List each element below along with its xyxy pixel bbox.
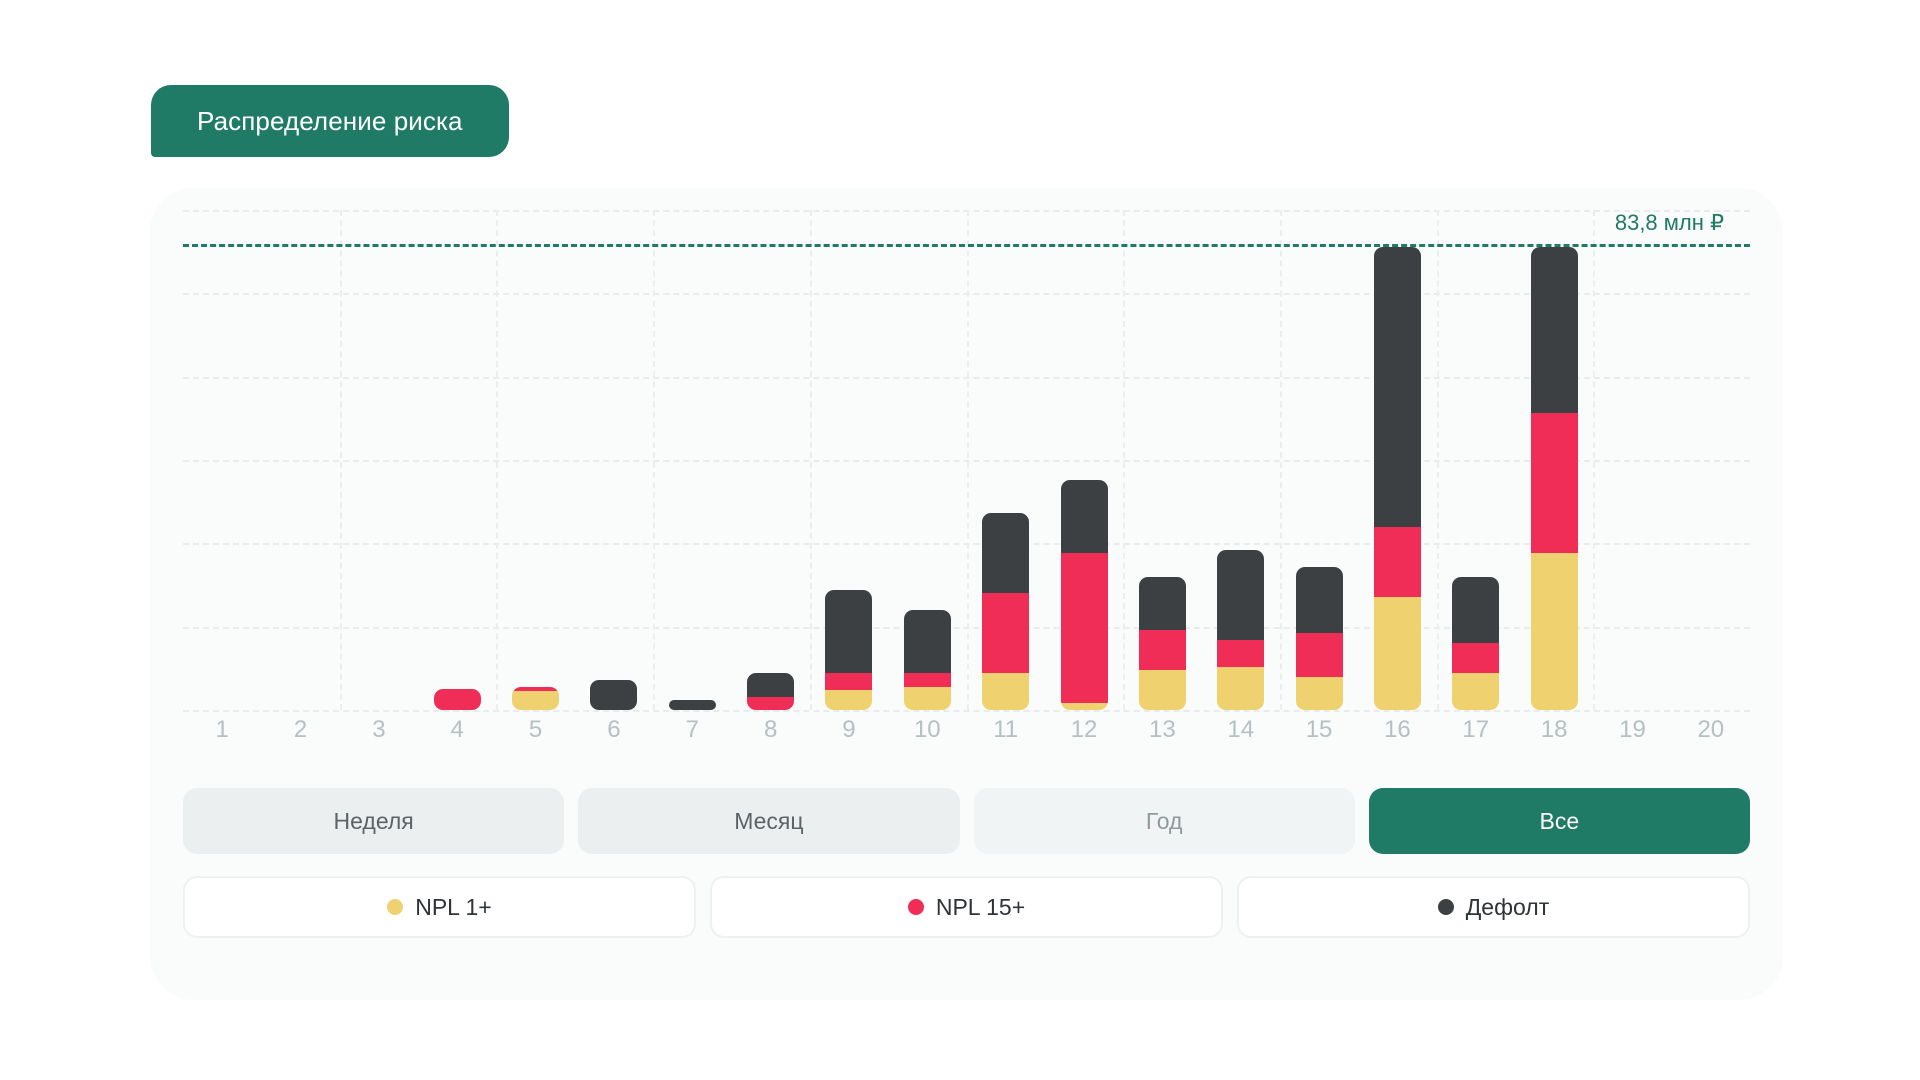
x-axis-tick: 10	[913, 716, 941, 743]
legend-color-dot-icon	[1437, 899, 1454, 915]
filter-button-3[interactable]: Год	[973, 788, 1355, 854]
legend-item-2[interactable]: NPL 15+	[710, 876, 1223, 938]
x-axis-tick: 5	[528, 716, 543, 743]
period-filter-group: Неделя Месяц Год Все	[183, 788, 1750, 854]
bar-stack[interactable]	[747, 673, 795, 710]
bar-segment	[1373, 246, 1421, 527]
legend-item-1[interactable]: NPL 1+	[183, 876, 696, 938]
bar-stack[interactable]	[1138, 576, 1186, 710]
x-axis-tick: 9	[842, 716, 856, 743]
bar-segment	[903, 673, 951, 687]
bar-segment	[747, 696, 795, 710]
bars-layer	[183, 210, 1750, 710]
x-axis-tick: 12	[1070, 716, 1098, 743]
x-axis-tick: 8	[763, 716, 778, 743]
plot-area: 83,8 млн ₽	[183, 210, 1750, 712]
bar-stack[interactable]	[825, 590, 873, 710]
bar-stack[interactable]	[1295, 566, 1343, 710]
bar-segment	[1530, 413, 1578, 554]
x-axis-tick: 17	[1462, 716, 1490, 743]
bar-segment	[825, 590, 873, 674]
bar-stack[interactable]	[1373, 246, 1421, 710]
bar-segment	[1060, 553, 1108, 704]
bar-segment	[1060, 480, 1108, 554]
x-axis-tick: 6	[607, 716, 621, 743]
bar-segment	[1452, 643, 1500, 674]
filter-button-4[interactable]: Все	[1368, 788, 1750, 854]
bar-segment	[1060, 703, 1108, 710]
x-axis: 1 2 3 4 5 6 7 8 9 10 11 12 13 14 15 16 17 18 19 20	[183, 716, 1750, 760]
x-axis-tick: 20	[1697, 716, 1725, 743]
bar-segment	[1217, 666, 1265, 710]
bar-segment	[1452, 576, 1500, 644]
bar-segment	[825, 690, 873, 710]
bar-segment	[1530, 553, 1578, 710]
bar-stack[interactable]	[1452, 576, 1500, 710]
legend-label: NPL 15+	[935, 893, 1026, 920]
bar-stack[interactable]	[903, 610, 951, 710]
bar-segment	[982, 513, 1030, 594]
bar-segment	[747, 673, 795, 697]
bar-segment	[433, 688, 481, 710]
bar-segment	[668, 700, 716, 710]
bar-stack[interactable]	[433, 688, 481, 710]
x-axis-tick: 1	[215, 716, 229, 743]
bar-segment	[512, 691, 560, 710]
filter-button-2[interactable]: Месяц	[578, 788, 960, 854]
bar-segment	[1295, 633, 1343, 677]
bar-stack[interactable]	[668, 700, 716, 710]
bar-segment	[1530, 246, 1578, 414]
legend-color-dot-icon	[907, 899, 924, 915]
legend-label: NPL 1+	[415, 893, 492, 920]
x-axis-tick: 13	[1149, 716, 1176, 743]
x-axis-tick: 7	[685, 716, 699, 743]
bar-stack[interactable]	[1060, 480, 1108, 710]
bar-segment	[1138, 630, 1186, 671]
bar-segment	[1452, 673, 1500, 710]
legend-label: Дефолт	[1465, 893, 1550, 920]
bar-segment	[982, 593, 1030, 674]
x-axis-tick: 18	[1540, 716, 1568, 743]
bar-segment	[1295, 676, 1343, 710]
legend-item-3[interactable]: Дефолт	[1237, 876, 1750, 938]
x-axis-tick: 14	[1227, 716, 1255, 743]
bar-segment	[1295, 566, 1343, 634]
threshold-label: 83,8 млн ₽	[1614, 210, 1724, 236]
bar-segment	[903, 686, 951, 710]
chart-card: 83,8 млн ₽ 1 2 3 4 5 6 7 8 9 10 11 12 13 14 15 16 17 18 19…	[150, 188, 1783, 1000]
chart-page: Распределение риска 83,8 млн ₽ 123456789…	[0, 0, 1920, 1080]
x-axis-tick: 11	[993, 716, 1019, 743]
bar-segment	[982, 673, 1030, 710]
page-title: Распределение риска	[151, 85, 509, 157]
x-axis-tick: 19	[1619, 716, 1646, 743]
x-axis-tick: 16	[1384, 716, 1411, 743]
bar-segment	[1138, 670, 1186, 710]
bar-segment	[1217, 640, 1265, 667]
x-axis-tick: 15	[1305, 716, 1333, 743]
bar-stack[interactable]	[1530, 246, 1578, 710]
bar-segment	[590, 680, 638, 710]
bar-segment	[1217, 550, 1265, 641]
x-axis-tick: 4	[450, 716, 464, 743]
bar-segment	[825, 673, 873, 691]
bar-stack[interactable]	[982, 513, 1030, 710]
gridline-horizontal	[183, 710, 1750, 712]
bar-stack[interactable]	[512, 686, 560, 710]
bar-segment	[903, 610, 951, 674]
bar-segment	[1373, 596, 1421, 710]
filter-button-1[interactable]: Неделя	[183, 788, 565, 854]
bar-stack[interactable]	[590, 680, 638, 710]
bar-segment	[1138, 576, 1186, 631]
legend: NPL 1+ NPL 15+ Дефолт	[183, 876, 1750, 938]
bar-segment	[1373, 526, 1421, 597]
bar-stack[interactable]	[1217, 550, 1265, 710]
threshold-line	[183, 244, 1750, 248]
legend-color-dot-icon	[387, 899, 404, 915]
x-axis-tick: 3	[372, 716, 386, 743]
x-axis-tick: 2	[293, 716, 308, 743]
